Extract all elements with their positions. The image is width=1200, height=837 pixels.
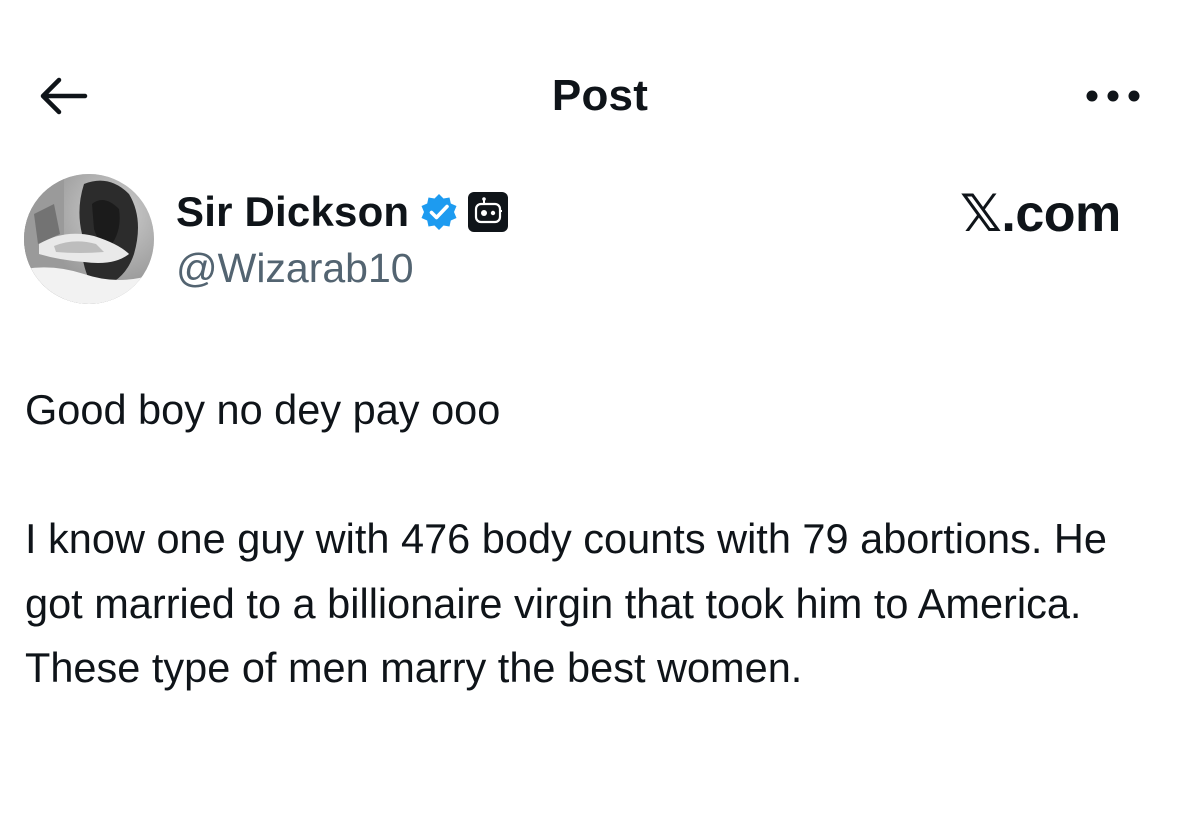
robot-badge-icon[interactable] [467,191,509,233]
site-watermark: 𝕏.com [960,182,1150,246]
avatar[interactable] [24,174,154,304]
post-page: Post Sir Dickson @Wizarab10 𝕏.com Good b… [0,0,1200,837]
verified-badge-icon[interactable] [419,192,459,232]
more-options-button[interactable] [1078,72,1148,120]
author-handle[interactable]: @Wizarab10 [176,242,414,294]
post-paragraph: I know one guy with 476 body counts with… [25,515,1119,691]
watermark-text: 𝕏.com [960,185,1121,243]
page-title: Post [551,71,649,120]
post-text: Good boy no dey pay ooo I know one guy w… [25,378,1175,701]
author-name-row: Sir Dickson [176,184,509,240]
top-bar: Post [0,0,1200,190]
author-name[interactable]: Sir Dickson [176,184,409,240]
profile-photo [24,174,154,304]
more-horizontal-icon [1086,90,1140,102]
post-paragraph: Good boy no dey pay ooo [25,386,501,433]
